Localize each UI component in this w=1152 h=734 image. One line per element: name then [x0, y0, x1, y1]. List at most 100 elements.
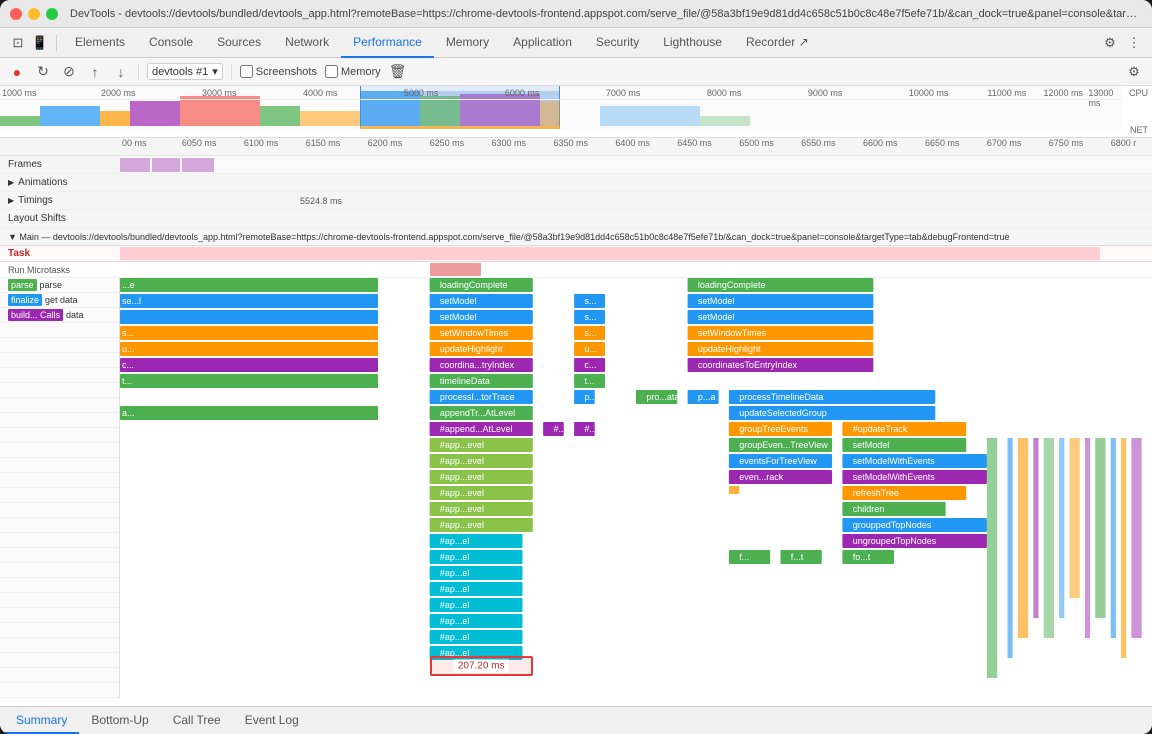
tab-call-tree[interactable]: Call Tree [161, 707, 233, 734]
upload-button[interactable]: ↑ [86, 63, 104, 81]
more-tools-icon[interactable]: ⋮ [1124, 33, 1144, 53]
svg-text:processI...torTrace: processI...torTrace [440, 392, 515, 402]
sub-marker-15: 6750 ms [1049, 138, 1084, 148]
sub-marker-5: 6250 ms [430, 138, 465, 148]
svg-text:groupTreeEvents: groupTreeEvents [739, 424, 808, 434]
layout-shifts-track[interactable]: Layout Shifts [0, 210, 1152, 228]
time-marker-5: 6000 ms [505, 88, 540, 98]
sub-ruler: 00 ms 6050 ms 6100 ms 6150 ms 6200 ms 62… [0, 138, 1152, 156]
time-marker-10: 11000 ms [987, 88, 1026, 98]
sub-marker-8: 6400 ms [615, 138, 650, 148]
minimize-button[interactable] [28, 8, 40, 20]
svg-text:#ap...el: #ap...el [440, 568, 470, 578]
inspect-icon[interactable]: ⊡ [8, 33, 28, 53]
delete-button[interactable]: 🗑 [389, 63, 407, 81]
svg-text:p...a: p...a [698, 392, 716, 402]
time-marker-7: 8000 ms [707, 88, 742, 98]
tab-application[interactable]: Application [501, 28, 584, 58]
svg-text:...e: ...e [122, 280, 135, 290]
tab-sources[interactable]: Sources [205, 28, 273, 58]
sub-marker-0: 00 ms [122, 138, 147, 148]
tab-summary[interactable]: Summary [4, 707, 79, 734]
sub-marker-11: 6550 ms [801, 138, 836, 148]
svg-text:5524.8 ms: 5524.8 ms [300, 196, 343, 206]
timings-label-text: Timings [18, 195, 53, 206]
timings-label: ▶ Timings [0, 195, 120, 206]
tab-memory[interactable]: Memory [434, 28, 501, 58]
timeline-overview[interactable]: CPU NET 1000 ms 2000 ms 3000 ms 4000 ms … [0, 86, 1152, 138]
svg-text:processTimelineData: processTimelineData [739, 392, 823, 402]
svg-text:#...: #... [553, 424, 566, 434]
tab-security[interactable]: Security [584, 28, 651, 58]
maximize-button[interactable] [46, 8, 58, 20]
svg-text:#app...evel: #app...evel [440, 440, 484, 450]
frames-track[interactable]: Frames [0, 156, 1152, 174]
clear-button[interactable]: ⊘ [60, 63, 78, 81]
time-marker-6: 7000 ms [606, 88, 641, 98]
flame-chart[interactable]: Task Run Microtasks parse [0, 246, 1152, 706]
sub-marker-9: 6450 ms [677, 138, 712, 148]
bottom-tab-bar: Summary Bottom-Up Call Tree Event Log [0, 706, 1152, 734]
svg-text:updateHighlight: updateHighlight [440, 344, 503, 354]
sub-marker-14: 6700 ms [987, 138, 1022, 148]
svg-text:setModelWithEvents: setModelWithEvents [853, 472, 936, 482]
layout-shifts-label-text: Layout Shifts [8, 213, 66, 224]
perf-settings-icon[interactable]: ⚙ [1124, 62, 1144, 82]
memory-checkbox[interactable] [325, 65, 338, 78]
download-button[interactable]: ↓ [112, 63, 130, 81]
main-thread-header: ▼ Main — devtools://devtools/bundled/dev… [0, 228, 1152, 246]
sub-marker-3: 6150 ms [306, 138, 341, 148]
svg-text:grouppedTopNodes: grouppedTopNodes [853, 520, 932, 530]
animations-content [120, 174, 1152, 191]
svg-text:#app...evel: #app...evel [440, 456, 484, 466]
svg-text:refreshTree: refreshTree [853, 488, 899, 498]
svg-text:#append...AtLevel: #append...AtLevel [440, 424, 513, 434]
time-marker-1: 2000 ms [101, 88, 136, 98]
sub-marker-13: 6650 ms [925, 138, 960, 148]
screenshots-checkbox[interactable] [240, 65, 253, 78]
memory-checkbox-label[interactable]: Memory [325, 65, 381, 78]
reload-record-button[interactable]: ↻ [34, 63, 52, 81]
tab-recorder[interactable]: Recorder ↗ [734, 28, 821, 58]
devtools-nav: ⊡ 📱 Elements Console Sources Network Per… [0, 28, 1152, 58]
screenshots-label: Screenshots [256, 66, 317, 78]
time-marker-2: 3000 ms [202, 88, 237, 98]
tab-lighthouse[interactable]: Lighthouse [651, 28, 734, 58]
tab-elements[interactable]: Elements [63, 28, 137, 58]
svg-text:groupEven...TreeView: groupEven...TreeView [739, 440, 828, 450]
tab-console[interactable]: Console [137, 28, 205, 58]
build-calls-label: build... Calls data [0, 308, 119, 323]
device-toggle-icon[interactable]: 📱 [30, 33, 50, 53]
svg-text:s...: s... [584, 312, 596, 322]
sub-marker-4: 6200 ms [368, 138, 403, 148]
time-marker-0: 1000 ms [2, 88, 37, 98]
svg-text:setModel: setModel [440, 296, 477, 306]
tab-performance[interactable]: Performance [341, 28, 434, 58]
bottom-up-tab-label: Bottom-Up [91, 713, 148, 727]
timings-track[interactable]: ▶ Timings 5524.8 ms [0, 192, 1152, 210]
time-marker-12: 13000 ms [1088, 88, 1122, 108]
tab-network[interactable]: Network [273, 28, 341, 58]
layout-shifts-content [120, 210, 1152, 227]
settings-icon[interactable]: ⚙ [1100, 33, 1120, 53]
device-selector[interactable]: devtools #1 ▾ [147, 63, 223, 80]
screenshots-checkbox-label[interactable]: Screenshots [240, 65, 317, 78]
tab-event-log[interactable]: Event Log [233, 707, 311, 734]
time-marker-9: 10000 ms [909, 88, 949, 98]
toolbar-sep2 [231, 64, 232, 80]
sub-marker-6: 6300 ms [492, 138, 527, 148]
svg-text:c...: c... [584, 360, 596, 370]
animations-track[interactable]: ▶ Animations [0, 174, 1152, 192]
close-button[interactable] [10, 8, 22, 20]
svg-text:coordinatesToEntryIndex: coordinatesToEntryIndex [698, 360, 798, 370]
cpu-label: CPU [1129, 88, 1148, 98]
devtools-window: DevTools - devtools://devtools/bundled/d… [0, 0, 1152, 734]
record-button[interactable]: ● [8, 63, 26, 81]
svg-text:se...l: se...l [122, 296, 141, 306]
svg-text:#ap...el: #ap...el [440, 536, 470, 546]
tab-bottom-up[interactable]: Bottom-Up [79, 707, 160, 734]
main-thread-url: ▼ Main — devtools://devtools/bundled/dev… [8, 232, 1009, 242]
net-label: NET [1130, 125, 1148, 135]
svg-text:#app...evel: #app...evel [440, 504, 484, 514]
svg-text:setModel: setModel [440, 312, 477, 322]
